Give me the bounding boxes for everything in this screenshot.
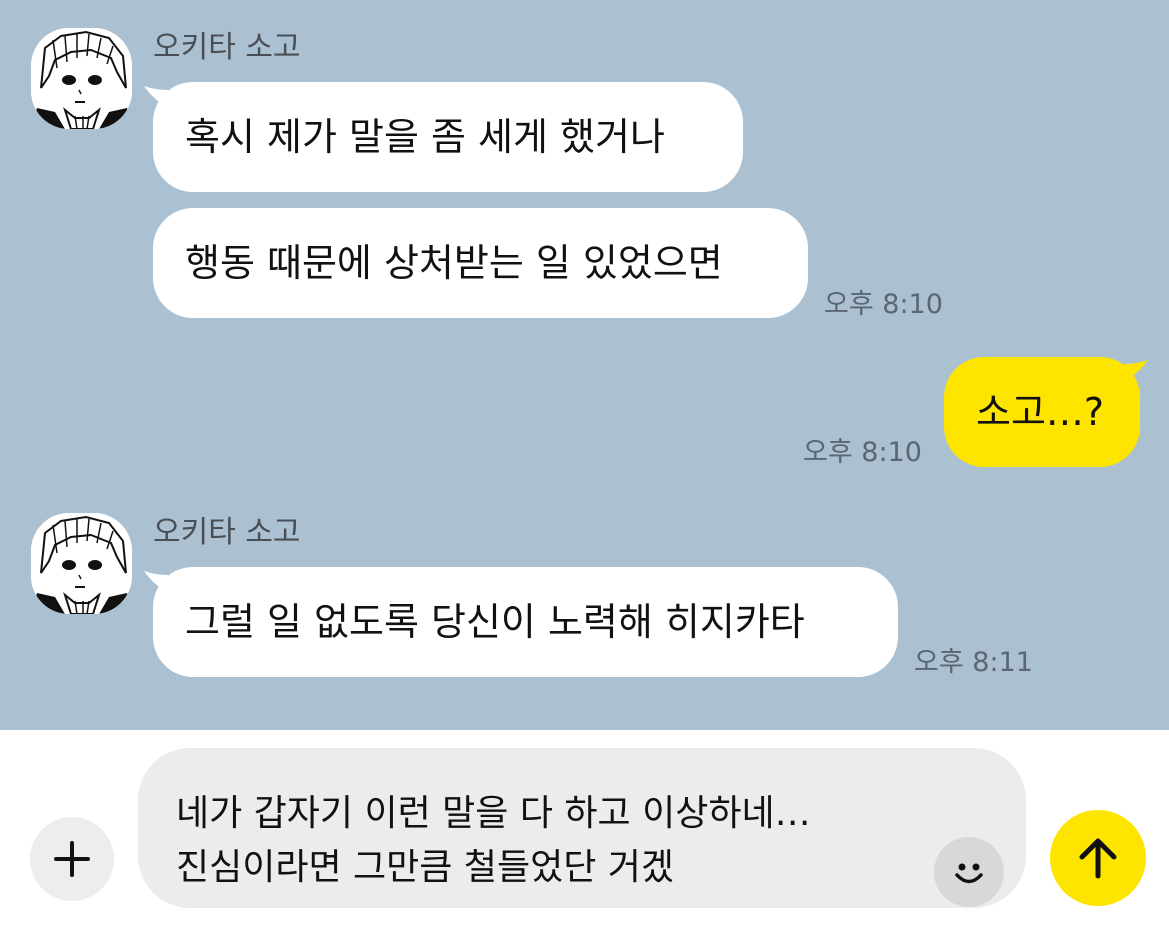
message-input[interactable]: 네가 갑자기 이런 말을 다 하고 이상하네… 진심이라면 그만큼 철들었단 거… (138, 748, 1026, 908)
message-timestamp: 오후 8:11 (914, 647, 1033, 678)
chat-area[interactable]: 오키타 소고 혹시 제가 말을 좀 세게 했거나 행동 때문에 상처받는 일 있… (0, 0, 1169, 730)
sender-name: 오키타 소고 (153, 515, 301, 550)
attach-button[interactable] (30, 817, 114, 901)
plus-icon (54, 841, 90, 877)
send-button[interactable] (1050, 810, 1146, 906)
emoji-button[interactable] (934, 837, 1004, 907)
message-bubble[interactable]: 그럴 일 없도록 당신이 노력해 히지카타 (153, 567, 898, 677)
message-timestamp: 오후 8:10 (803, 437, 922, 468)
input-text-line: 진심이라면 그만큼 철들었단 거겠 (176, 847, 675, 888)
message-bubble[interactable]: 혹시 제가 말을 좀 세게 했거나 (153, 82, 743, 192)
sender-name: 오키타 소고 (153, 30, 301, 65)
input-text-line: 네가 갑자기 이런 말을 다 하고 이상하네… (176, 793, 811, 834)
message-timestamp: 오후 8:10 (824, 289, 943, 320)
message-composer: 네가 갑자기 이런 말을 다 하고 이상하네… 진심이라면 그만큼 철들었단 거… (0, 730, 1169, 950)
anime-character-avatar-icon (31, 28, 132, 129)
emoji-icon (955, 863, 983, 884)
sender-avatar[interactable] (31, 513, 132, 614)
my-message-bubble[interactable]: 소고…? (944, 357, 1140, 467)
send-arrow-icon (1079, 838, 1117, 879)
sender-avatar[interactable] (31, 28, 132, 129)
message-bubble[interactable]: 행동 때문에 상처받는 일 있었으면 (153, 208, 808, 318)
anime-character-avatar-icon (31, 513, 132, 614)
